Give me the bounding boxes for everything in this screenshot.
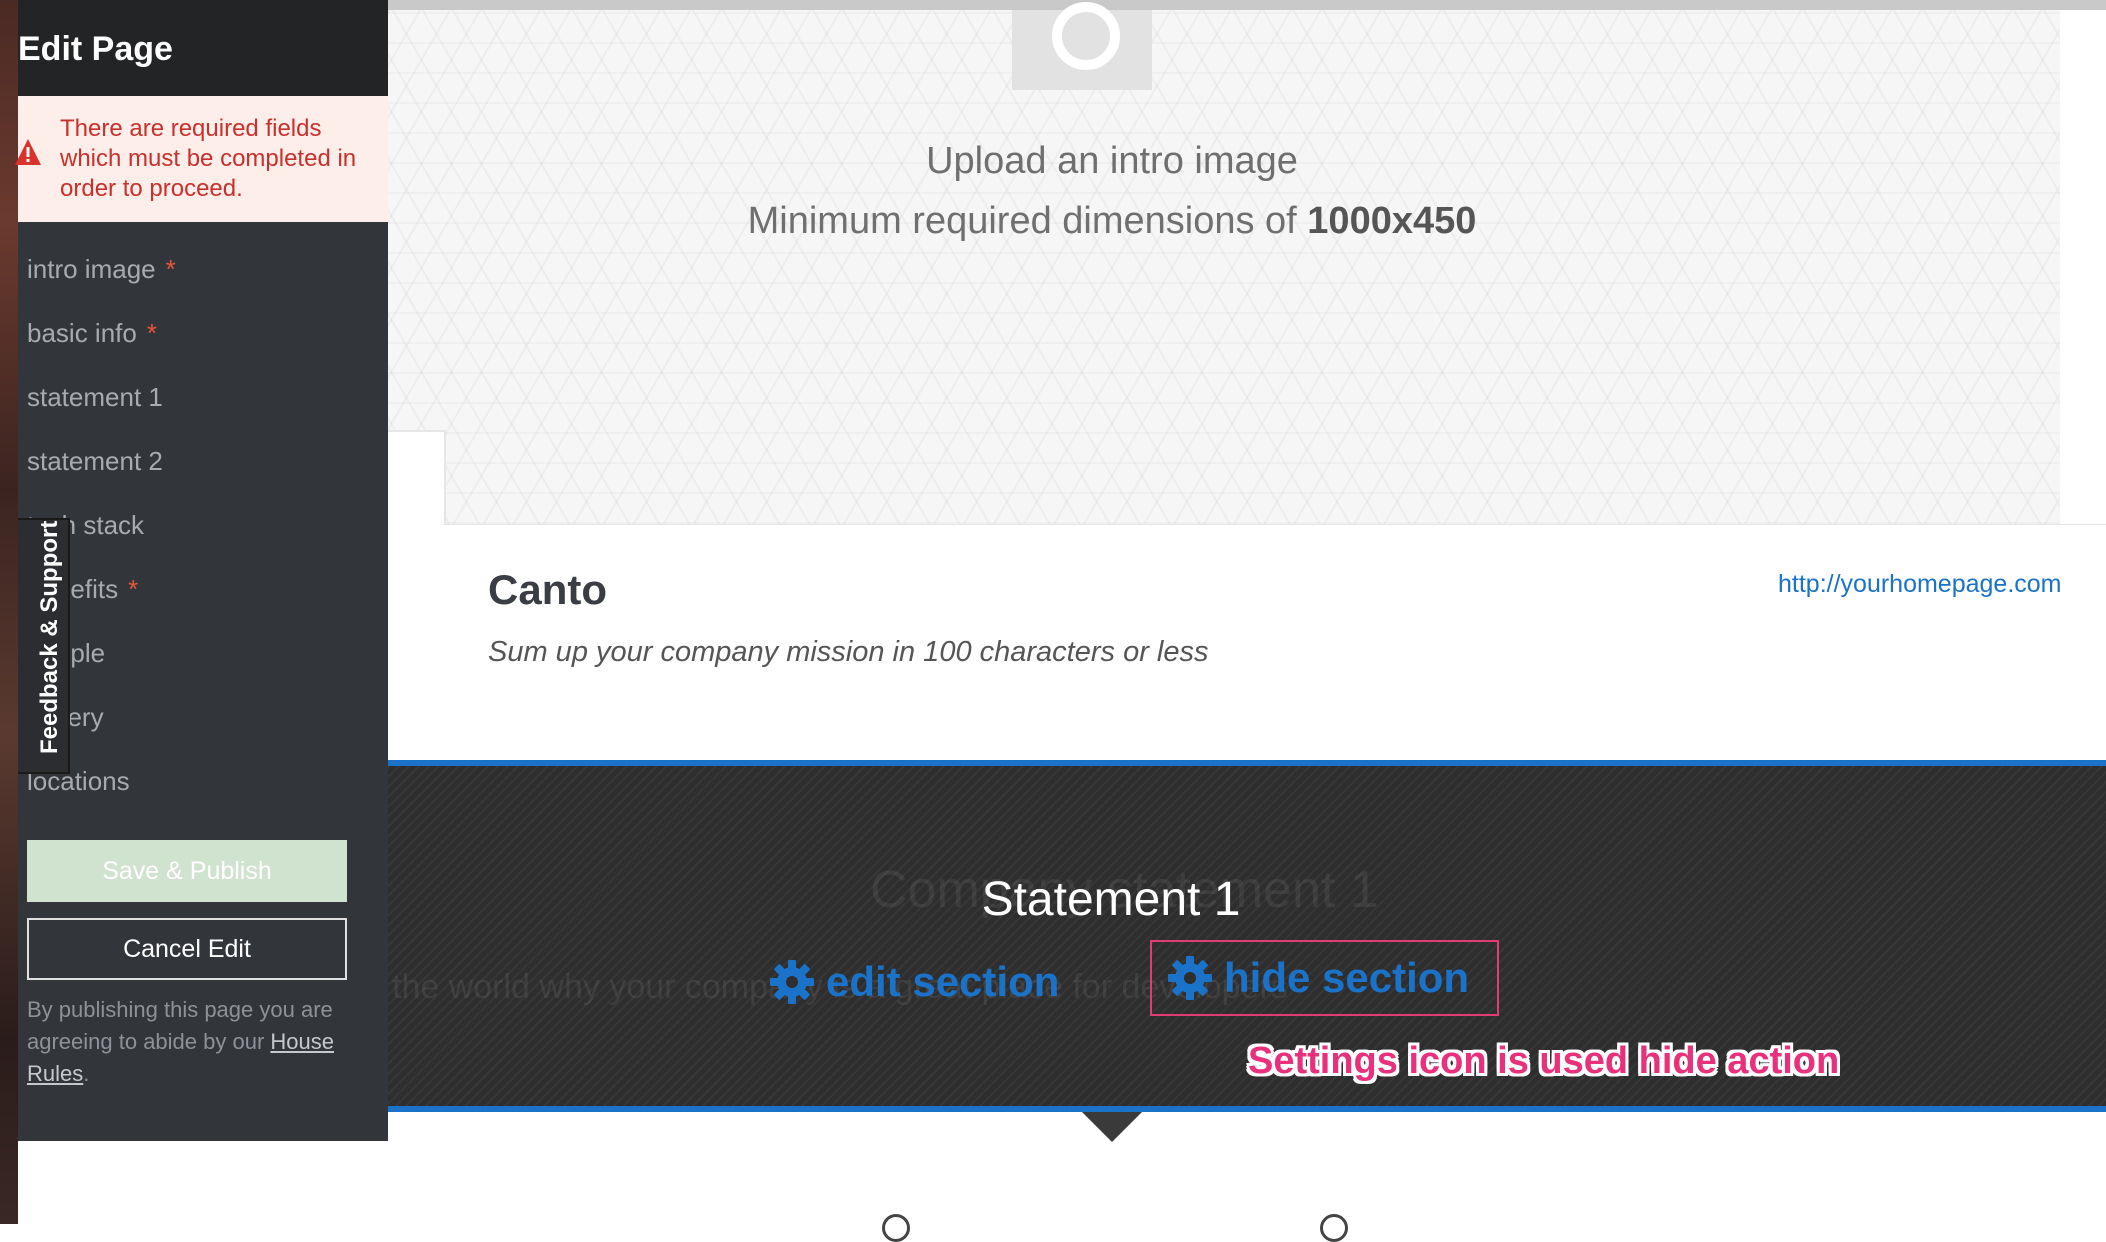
warning-icon	[15, 139, 41, 165]
image-placeholder-ring	[1052, 2, 1120, 70]
cancel-edit-button[interactable]: Cancel Edit	[27, 918, 347, 980]
statement-title: Statement 1	[981, 873, 1241, 926]
required-marker: *	[128, 574, 139, 604]
dims-prefix: Minimum required dimensions of	[747, 200, 1297, 242]
hide-section-label: hide section	[1224, 954, 1470, 1001]
hide-section-button[interactable]: hide section	[1150, 940, 1500, 1016]
section-pointer-arrow	[1082, 1112, 1142, 1142]
next-section-icon	[1320, 1214, 1348, 1242]
top-bar	[388, 0, 2106, 10]
statement-1-section	[388, 760, 2106, 1112]
dims-value: 1000x450	[1307, 200, 1477, 242]
company-mission-field[interactable]: Sum up your company mission in 100 chara…	[488, 636, 1208, 669]
publish-terms: By publishing this page you are agreeing…	[27, 994, 357, 1090]
intro-upload-text: Upload an intro image	[926, 140, 1298, 182]
save-publish-button[interactable]: Save & Publish	[27, 840, 347, 902]
gear-icon	[1168, 956, 1212, 1000]
sidebar-item-intro-image[interactable]: intro image *	[27, 254, 176, 285]
edit-section-button[interactable]: edit section	[768, 952, 1059, 1012]
sidebar-item-label: statement 2	[27, 446, 163, 476]
next-section-icon	[882, 1214, 910, 1242]
sidebar-item-statement-2[interactable]: statement 2	[27, 446, 163, 477]
intro-image-dropzone[interactable]	[388, 10, 2106, 524]
desktop-background	[0, 0, 18, 1224]
required-marker: *	[165, 254, 176, 284]
required-marker: *	[146, 318, 157, 348]
edit-section-label: edit section	[826, 958, 1060, 1005]
alert-message: There are required fields which must be …	[60, 115, 357, 202]
logo-placeholder[interactable]	[388, 430, 446, 762]
sidebar-item-label: basic info	[27, 318, 137, 348]
company-name[interactable]: Canto	[488, 566, 607, 614]
sidebar-item-label: statement 1	[27, 382, 163, 412]
annotation-note: Settings icon is used hide action	[1248, 1040, 1840, 1082]
feedback-support-label: Feedback & Support	[36, 520, 63, 754]
sidebar-item-statement-1[interactable]: statement 1	[27, 382, 163, 413]
intro-right-margin	[2060, 10, 2106, 524]
gear-icon	[770, 960, 814, 1004]
homepage-link[interactable]: http://yourhomepage.com	[1778, 570, 2062, 599]
intro-dimensions-text: Minimum required dimensions of 1000x450	[388, 200, 1836, 243]
sidebar-item-label: intro image	[27, 254, 156, 284]
page-background	[18, 1141, 388, 1224]
sidebar-item-basic-info[interactable]: basic info *	[27, 318, 157, 349]
terms-suffix: .	[83, 1061, 90, 1086]
sidebar-title: Edit Page	[18, 30, 173, 68]
